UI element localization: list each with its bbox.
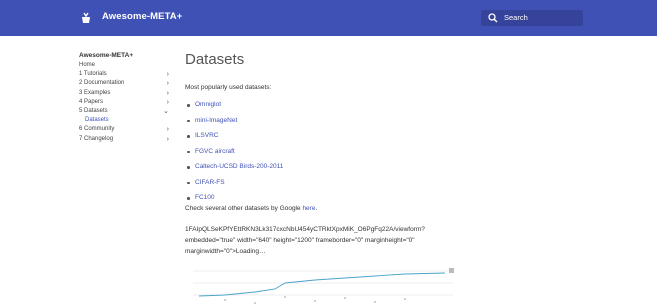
sidebar-item-papers[interactable]: 4 Papers › — [79, 98, 169, 107]
chart-point — [344, 297, 346, 299]
dataset-link-mini-imagenet[interactable]: mini-ImageNet — [195, 117, 237, 124]
top-header: Awesome-META+ Search — [0, 0, 657, 36]
chevron-right-icon: › — [166, 98, 169, 106]
sidebar-item-datasets-section[interactable]: 5 Datasets ⌄ — [79, 107, 169, 116]
list-item: Caltech-UCSD Birds-200-2011 — [187, 159, 283, 175]
list-item: Omniglot — [187, 97, 283, 113]
site-title[interactable]: Awesome-META+ — [102, 11, 182, 22]
dataset-link-fc100[interactable]: FC100 — [195, 194, 215, 201]
dataset-list: Omniglot mini-ImageNet ILSVRC FGVC aircr… — [187, 97, 283, 206]
embed-code-text: 1FAIpQLSeKPfYEttRKN3Lk317cxcNbU454yCTRkt… — [185, 226, 425, 255]
nav-title: Awesome-META+ — [79, 52, 134, 59]
chart-point — [224, 299, 226, 301]
chart-trend-line — [198, 272, 446, 297]
list-item: CIFAR-FS — [187, 175, 283, 191]
sidebar-item-community[interactable]: 6 Community › — [79, 125, 169, 134]
dataset-link-cifar-fs[interactable]: CIFAR-FS — [195, 179, 225, 186]
chevron-right-icon: › — [166, 80, 169, 88]
sidebar-item-label: 5 Datasets — [79, 107, 108, 114]
chart-point — [404, 298, 406, 300]
sidebar-item-documentation[interactable]: 2 Documentation › — [79, 79, 169, 88]
main-content: Datasets — [185, 50, 475, 74]
search-placeholder: Search — [504, 13, 528, 22]
check-suffix: . — [315, 205, 318, 212]
sidebar-item-label: Datasets — [85, 117, 109, 124]
sidebar-item-home[interactable]: Home — [79, 61, 169, 70]
chevron-right-icon: › — [166, 71, 169, 79]
list-item: FGVC aircraft — [187, 144, 283, 160]
chart-point — [314, 300, 316, 302]
dataset-link-caltech-ucsd-birds[interactable]: Caltech-UCSD Birds-200-2011 — [195, 163, 283, 170]
chevron-right-icon: › — [166, 126, 169, 134]
sidebar-item-label: 7 Changelog — [79, 135, 114, 142]
chart-menu-icon — [449, 268, 454, 273]
sidebar-item-tutorials[interactable]: 1 Tutorials › — [79, 70, 169, 79]
chart-point — [254, 302, 256, 304]
sidebar-item-label: 4 Papers — [79, 98, 104, 105]
sidebar-item-label: 1 Tutorials — [79, 71, 107, 78]
chevron-right-icon: › — [166, 135, 169, 143]
check-more-text: Check several other datasets by Google h… — [185, 205, 317, 212]
sidebar-item-label: Home — [79, 62, 96, 68]
intro-text: Most popularly used datasets: — [185, 84, 272, 91]
list-item: ILSVRC — [187, 128, 283, 144]
list-item: mini-ImageNet — [187, 113, 283, 129]
list-item: FC100 — [187, 190, 283, 206]
dataset-link-ilsvrc[interactable]: ILSVRC — [195, 132, 218, 139]
page-title: Datasets — [185, 51, 245, 68]
sidebar-item-changelog[interactable]: 7 Changelog › — [79, 135, 169, 144]
here-link[interactable]: here — [302, 205, 315, 212]
chart-point — [374, 301, 376, 303]
sidebar-nav: Awesome-META+ Home 1 Tutorials › 2 Docume… — [79, 51, 169, 144]
sidebar-item-label: 3 Examples — [79, 89, 111, 96]
sidebar-item-label: 2 Documentation — [79, 80, 125, 87]
logo-icon[interactable] — [79, 11, 93, 25]
dataset-link-fgvc-aircraft[interactable]: FGVC aircraft — [195, 148, 235, 155]
search-input[interactable]: Search — [481, 10, 583, 26]
sidebar-item-examples[interactable]: 3 Examples › — [79, 89, 169, 98]
chart-point — [284, 296, 286, 298]
chevron-down-icon: ⌄ — [163, 107, 169, 115]
sidebar-item-datasets[interactable]: Datasets — [79, 116, 169, 125]
dataset-link-omniglot[interactable]: Omniglot — [195, 101, 221, 108]
chevron-right-icon: › — [166, 89, 169, 97]
check-prefix: Check several other datasets by Google — [185, 205, 303, 212]
search-icon — [488, 13, 498, 23]
sidebar-item-label: 6 Community — [79, 126, 115, 133]
embedded-chart-image — [193, 268, 454, 304]
